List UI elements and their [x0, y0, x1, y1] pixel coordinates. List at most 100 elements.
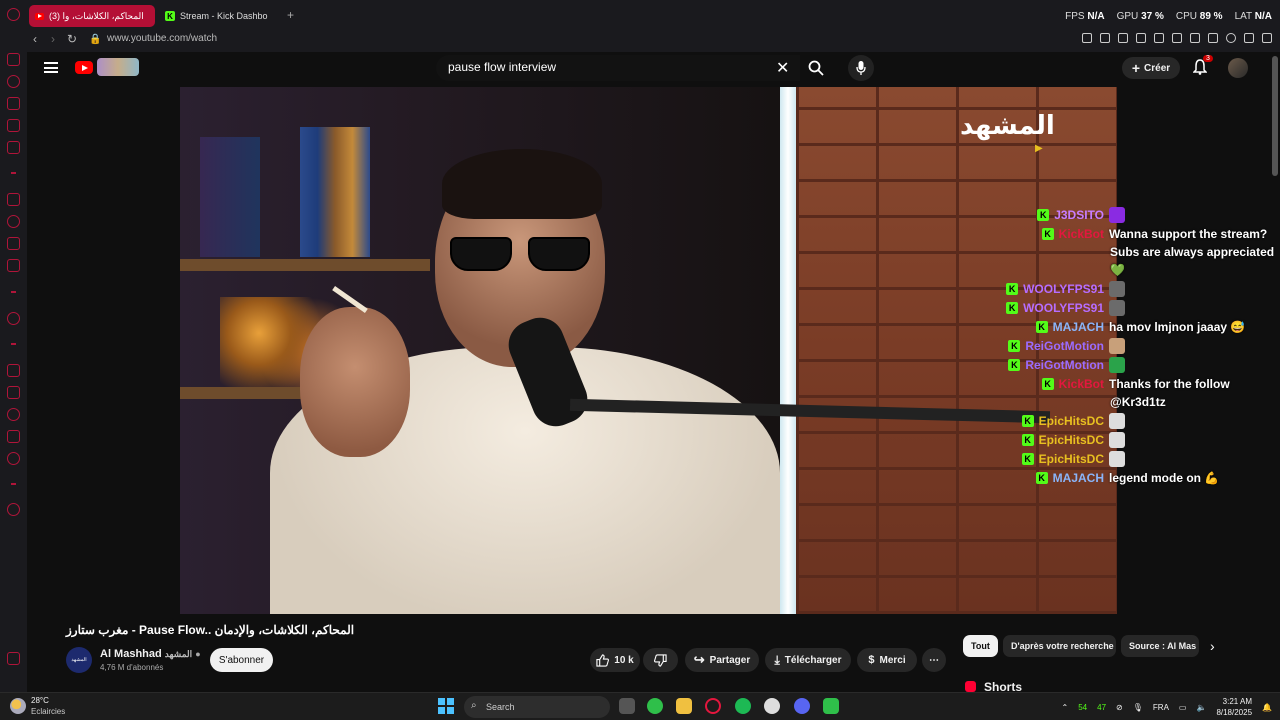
- dislike-button[interactable]: [643, 648, 678, 672]
- youtube-logo-icon[interactable]: [75, 61, 93, 74]
- file-explorer-icon[interactable]: [676, 698, 692, 714]
- thanks-button[interactable]: $ Merci: [857, 648, 917, 672]
- chat-emote-icon: [1109, 451, 1125, 467]
- play-icon[interactable]: [1172, 33, 1182, 43]
- create-button[interactable]: + Créer: [1122, 57, 1180, 79]
- youtube-header: pause flow interview ✕ + Créer 3: [27, 52, 1272, 86]
- weather-icon[interactable]: [10, 698, 26, 714]
- extensions-icon[interactable]: [1208, 33, 1218, 43]
- taskbar-search[interactable]: ⌕ Search: [464, 696, 610, 718]
- instagram-icon[interactable]: [7, 237, 20, 250]
- gx-icon[interactable]: [7, 652, 20, 665]
- search-button[interactable]: [800, 55, 832, 81]
- chevron-right-icon[interactable]: ›: [1210, 638, 1215, 654]
- reload-icon[interactable]: ↻: [67, 32, 77, 46]
- tab-youtube[interactable]: (3) المحاكم، الكلاشات، وا: [29, 5, 155, 27]
- opera-gx-icon[interactable]: [705, 698, 721, 714]
- tab-label: (3) المحاكم، الكلاشات، وا: [49, 10, 144, 21]
- profile-icon[interactable]: [1226, 33, 1236, 43]
- discord-icon[interactable]: [7, 259, 20, 272]
- chat-message: K EpicHitsDC: [1021, 431, 1125, 449]
- translate-icon[interactable]: [1154, 33, 1164, 43]
- spotify-icon[interactable]: [735, 698, 751, 714]
- video-books: [300, 127, 370, 257]
- heart-icon[interactable]: [7, 364, 20, 377]
- forward-icon[interactable]: ›: [51, 32, 55, 46]
- add-icon[interactable]: [7, 312, 20, 325]
- app-green-icon[interactable]: [647, 698, 663, 714]
- bookmark-icon[interactable]: [1136, 33, 1146, 43]
- chat-username: EpicHitsDC: [1038, 433, 1104, 447]
- channel-name[interactable]: Al Mashhad المشهد ●: [100, 648, 201, 660]
- player-icon[interactable]: [7, 119, 20, 132]
- language-indicator[interactable]: FRA: [1153, 703, 1169, 712]
- voice-search-button[interactable]: [848, 55, 874, 81]
- tab-label: Stream - Kick Dashbo: [180, 11, 268, 21]
- app-white-icon[interactable]: [764, 698, 780, 714]
- news-icon[interactable]: [7, 141, 20, 154]
- new-tab-button[interactable]: +: [287, 8, 294, 22]
- chevron-up-icon[interactable]: ⌃: [1062, 703, 1069, 712]
- download-icon[interactable]: [1244, 33, 1254, 43]
- discord-icon[interactable]: [794, 698, 810, 714]
- chat-emote-icon: [1109, 207, 1125, 223]
- url-field[interactable]: www.youtube.com/watch: [107, 33, 217, 44]
- opera-logo-icon[interactable]: [7, 8, 20, 21]
- snapshot-icon[interactable]: [1100, 33, 1110, 43]
- share-button[interactable]: ↪ Partager: [685, 648, 759, 672]
- clock[interactable]: 3:21 AM 8/18/2025: [1216, 696, 1252, 718]
- task-view-icon[interactable]: [619, 698, 635, 714]
- kick-badge-icon: K: [1008, 359, 1021, 371]
- search-input[interactable]: pause flow interview: [436, 55, 800, 81]
- pinboard-icon[interactable]: [7, 386, 20, 399]
- subscribe-button[interactable]: S'abonner: [210, 648, 273, 672]
- pin-icon[interactable]: [1082, 33, 1092, 43]
- windows-start-icon[interactable]: [438, 698, 454, 714]
- youtube-doodle[interactable]: [97, 58, 139, 76]
- notification-icon[interactable]: 🔔: [1262, 703, 1272, 712]
- clock-date: 8/18/2025: [1216, 708, 1253, 717]
- whatsapp-icon[interactable]: [7, 215, 20, 228]
- page-scrollbar[interactable]: [1272, 56, 1278, 176]
- menu-icon[interactable]: [44, 62, 58, 73]
- thumbs-down-icon: [654, 653, 667, 667]
- monitor-icon[interactable]: ▭: [1179, 703, 1187, 712]
- performance-overlay: FPS N/A GPU 37 % CPU 89 % LAT N/A: [1065, 11, 1272, 22]
- refresh-icon[interactable]: [7, 75, 20, 88]
- mic-icon[interactable]: 🎙: [1133, 703, 1143, 712]
- clock-time: 3:21 AM: [1222, 697, 1253, 706]
- menu-icon[interactable]: [1262, 33, 1272, 43]
- history-icon[interactable]: [7, 408, 20, 421]
- avatar[interactable]: [1228, 58, 1248, 78]
- twitch-icon[interactable]: [7, 193, 20, 206]
- cube-icon[interactable]: [7, 430, 20, 443]
- more-actions-button[interactable]: ⋯: [922, 648, 946, 672]
- chat-username: WOOLYFPS91: [1023, 282, 1104, 296]
- chat-emote-icon: [1109, 300, 1125, 316]
- aria-icon[interactable]: [7, 53, 20, 66]
- tab-kick[interactable]: K Stream - Kick Dashbo: [159, 5, 277, 27]
- heart-icon[interactable]: [1190, 33, 1200, 43]
- chip-related-search[interactable]: D'après votre recherche: [1003, 635, 1116, 657]
- thanks-label: Merci: [879, 654, 906, 666]
- clear-search-icon[interactable]: ✕: [776, 58, 789, 78]
- like-button[interactable]: 10 k: [590, 648, 640, 672]
- volume-icon[interactable]: 🔈: [1196, 703, 1206, 712]
- chip-all[interactable]: Tout: [963, 635, 998, 657]
- settings-icon[interactable]: [7, 452, 20, 465]
- sidebar-divider: [11, 343, 16, 345]
- back-icon[interactable]: ‹: [33, 32, 37, 46]
- video-person-hand: [300, 307, 410, 457]
- channel-avatar[interactable]: المشهد: [66, 647, 92, 673]
- app-green2-icon[interactable]: [823, 698, 839, 714]
- shield-icon[interactable]: [1118, 33, 1128, 43]
- video-light-strip: [780, 87, 796, 614]
- download-button[interactable]: ⤓ Télécharger: [765, 648, 851, 672]
- video-player[interactable]: المشهد ▶: [180, 87, 1117, 614]
- crypto-wallet-icon[interactable]: [7, 97, 20, 110]
- chat-emote-icon: [1109, 281, 1125, 297]
- chip-source[interactable]: Source : Al Mas: [1121, 635, 1199, 657]
- sidebar-menu-icon[interactable]: [7, 503, 20, 516]
- network-off-icon[interactable]: ⊘: [1116, 703, 1123, 712]
- kick-badge-icon: K: [1008, 340, 1021, 352]
